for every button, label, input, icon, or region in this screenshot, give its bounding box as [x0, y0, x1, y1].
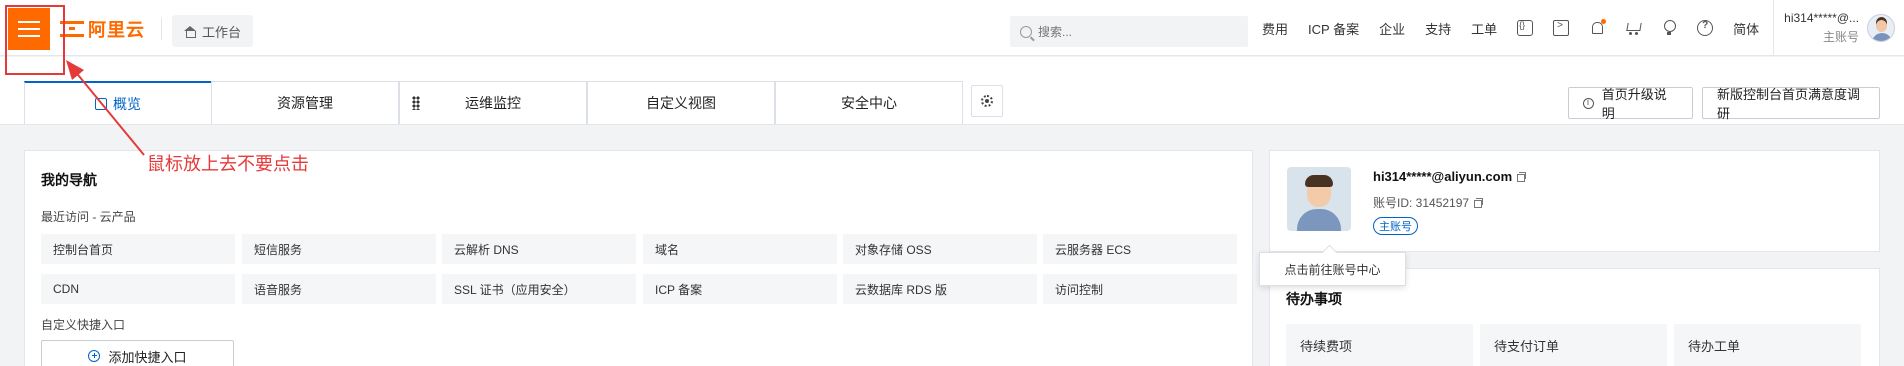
recent-item[interactable]: 云数据库 RDS 版: [843, 274, 1037, 304]
nav-link-tickets[interactable]: 工单: [1471, 19, 1497, 38]
account-id-text: 账号ID: 31452197: [1373, 196, 1470, 210]
account-id: 账号ID: 31452197: [1373, 194, 1484, 211]
code-icon[interactable]: [1517, 20, 1534, 36]
search-box[interactable]: [1010, 16, 1248, 47]
recent-item[interactable]: 访问控制: [1043, 274, 1237, 304]
tab-resources[interactable]: 资源管理: [211, 81, 399, 124]
todo-item[interactable]: 待办工单: [1674, 324, 1861, 366]
tab-label: 资源管理: [277, 95, 333, 111]
upgrade-note-label: 首页升级说明: [1601, 87, 1667, 121]
cart-icon[interactable]: [1625, 20, 1641, 36]
avatar-body: [1297, 209, 1341, 231]
account-menu[interactable]: hi314*****@... 主账号: [1784, 11, 1859, 45]
survey-button[interactable]: 新版控制台首页满意度调研: [1702, 87, 1880, 121]
recent-item[interactable]: SSL 证书（应用安全）: [442, 274, 636, 304]
terminal-icon[interactable]: [1553, 20, 1570, 36]
account-name: hi314*****@...: [1784, 11, 1860, 25]
nav-card-title: 我的导航: [41, 172, 97, 188]
tab-security[interactable]: 安全中心: [775, 81, 963, 124]
account-email-text: hi314*****@aliyun.com: [1373, 169, 1513, 184]
divider: [161, 18, 162, 40]
recent-item[interactable]: 域名: [643, 234, 837, 264]
custom-shortcut-label: 自定义快捷入口: [41, 318, 126, 332]
avatar[interactable]: [1867, 14, 1896, 42]
avatar[interactable]: [1287, 167, 1351, 231]
tab-bar: 概览 资源管理 运维监控 自定义视图 安全中心 首页升级说明 新版控制台首页满意…: [0, 57, 1904, 125]
workbench-button[interactable]: 工作台: [172, 15, 254, 47]
nav-link-fees[interactable]: 费用: [1262, 19, 1288, 38]
recent-item[interactable]: ICP 备案: [643, 274, 837, 304]
top-bar: 阿里云 工作台 费用 ICP 备案 企业 支持 工单 简体 hi314*****…: [0, 0, 1904, 56]
profile-card: [1269, 150, 1880, 252]
copy-icon[interactable]: [1517, 172, 1527, 182]
search-icon: [1020, 25, 1032, 38]
lightbulb-icon[interactable]: [1661, 20, 1677, 36]
account-role: 主账号: [1823, 30, 1860, 44]
avatar-hair: [1305, 175, 1333, 187]
annotation-box: [5, 5, 65, 75]
nav-link-support[interactable]: 支持: [1425, 19, 1451, 38]
recent-item[interactable]: 语音服务: [242, 274, 436, 304]
tab-label: 自定义视图: [646, 95, 716, 111]
add-shortcut-button[interactable]: 添加快捷入口: [41, 340, 234, 366]
workbench-label: 工作台: [202, 24, 242, 40]
account-email: hi314*****@aliyun.com: [1373, 169, 1527, 184]
add-shortcut-label: 添加快捷入口: [108, 349, 187, 365]
annotation-arrow: [66, 60, 145, 156]
nav-link-icp[interactable]: ICP 备案: [1308, 19, 1359, 38]
info-icon: [1583, 97, 1594, 109]
survey-label: 新版控制台首页满意度调研: [1717, 87, 1861, 121]
nav-link-enterprise[interactable]: 企业: [1379, 19, 1405, 38]
todo-item[interactable]: 待支付订单: [1480, 324, 1667, 366]
home-icon: [184, 25, 196, 38]
copy-icon[interactable]: [1474, 198, 1484, 208]
gear-icon: [981, 95, 993, 107]
brand-name: 阿里云: [88, 20, 145, 40]
tab-ops-monitor[interactable]: 运维监控: [399, 81, 587, 124]
logo[interactable]: 阿里云: [60, 16, 145, 42]
status-badge: 主账号: [1373, 217, 1418, 235]
tab-settings-button[interactable]: [971, 85, 1003, 117]
annotation-text: 鼠标放上去不要点击: [147, 154, 309, 174]
recent-item[interactable]: 云解析 DNS: [442, 234, 636, 264]
tooltip: 点击前往账号中心: [1259, 252, 1406, 286]
recent-item[interactable]: 短信服务: [242, 234, 436, 264]
recent-item[interactable]: 云服务器 ECS: [1043, 234, 1237, 264]
tab-label: 运维监控: [465, 95, 521, 111]
divider: [1773, 0, 1775, 56]
recent-item[interactable]: CDN: [41, 274, 235, 304]
todo-title: 待办事项: [1286, 291, 1342, 307]
language-switch[interactable]: 简体: [1733, 19, 1759, 38]
help-icon[interactable]: [1697, 20, 1714, 36]
plus-icon: [88, 350, 101, 362]
bell-icon[interactable]: [1589, 19, 1607, 36]
search-input[interactable]: [1038, 24, 1228, 39]
recent-item[interactable]: 控制台首页: [41, 234, 235, 264]
todo-item[interactable]: 待续费项: [1286, 324, 1473, 366]
tab-custom-view[interactable]: 自定义视图: [587, 81, 775, 124]
top-nav: 费用 ICP 备案 企业 支持 工单 简体 hi314*****@... 主账号: [1262, 0, 1896, 56]
recent-label: 最近访问 - 云产品: [41, 210, 136, 224]
upgrade-note-button[interactable]: 首页升级说明: [1568, 87, 1693, 121]
drag-handle-icon[interactable]: [412, 96, 420, 110]
recent-item[interactable]: 对象存储 OSS: [843, 234, 1037, 264]
tab-label: 安全中心: [841, 95, 897, 111]
